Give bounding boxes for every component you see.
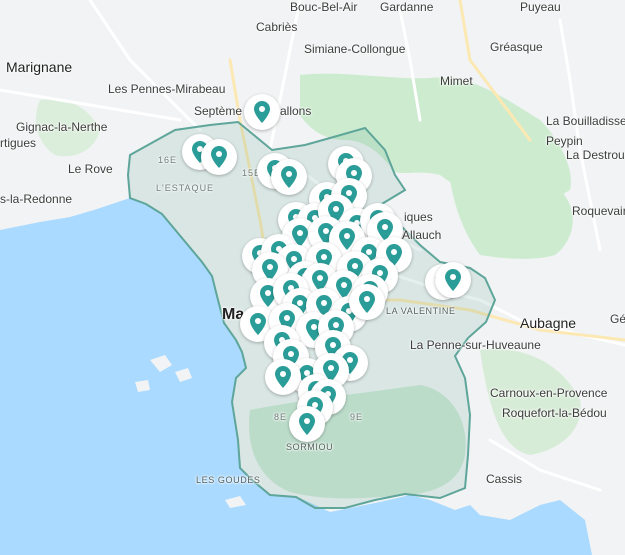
location-marker[interactable] <box>435 262 471 298</box>
place-label: Gréasque <box>490 40 543 54</box>
place-label: Allauch <box>402 228 442 242</box>
place-label: Simiane-Collongue <box>304 42 406 56</box>
place-label: Aubagne <box>520 315 577 331</box>
place-label: Cabriès <box>256 20 298 34</box>
district-label: SORMIOU <box>286 442 334 452</box>
map-pin-icon <box>254 101 270 123</box>
place-label: La Destrous <box>566 148 625 162</box>
map-pin-icon <box>359 291 375 313</box>
location-marker[interactable] <box>265 359 301 395</box>
map-pin-icon <box>275 366 291 388</box>
district-label: L'ESTAQUE <box>156 183 215 193</box>
location-marker[interactable] <box>289 406 325 442</box>
place-label: Marignane <box>6 59 73 75</box>
place-label: Le Rove <box>68 162 113 176</box>
map-pin-icon <box>211 146 227 168</box>
place-label: rtigues <box>0 136 37 150</box>
map-pin-icon <box>281 166 297 188</box>
location-marker[interactable] <box>349 284 385 320</box>
place-label: Les Pennes-Mirabeau <box>108 82 226 96</box>
place-label: Peypin <box>546 134 583 148</box>
place-label: s-la-Redonne <box>0 192 73 206</box>
place-label: Roquefort-la-Bédou <box>502 406 607 420</box>
map-view[interactable]: Bouc-Bel-Air Gardanne Puyeau Cabriès Sim… <box>0 0 625 555</box>
map-pin-icon <box>299 413 315 435</box>
place-label: Mimet <box>440 74 473 88</box>
place-label: Gé <box>610 312 625 326</box>
location-marker[interactable] <box>271 159 307 195</box>
place-label: Gignac-la-Nerthe <box>16 120 108 134</box>
location-marker[interactable] <box>244 94 280 130</box>
place-label: La Bouilladisse <box>546 114 625 128</box>
district-label: 16E <box>158 155 178 165</box>
place-label: Cassis <box>486 472 523 486</box>
location-marker[interactable] <box>201 139 237 175</box>
place-label: Carnoux-en-Provence <box>490 386 608 400</box>
place-label: iques <box>404 210 433 224</box>
place-label: Puyeau <box>520 0 561 14</box>
map-pin-icon <box>250 313 266 335</box>
district-label: LES GOUDES <box>196 475 261 485</box>
district-label: 9E <box>350 412 364 422</box>
district-label: LA VALENTINE <box>386 306 456 316</box>
map-pin-icon <box>445 269 461 291</box>
place-label: Septème <box>194 104 243 118</box>
place-label: Bouc-Bel-Air <box>290 0 358 14</box>
place-label: Roquevair <box>572 204 625 218</box>
place-label: allons <box>280 104 312 118</box>
district-label: 8E <box>274 412 288 422</box>
place-label: Gardanne <box>380 0 434 14</box>
place-label: La Penne-sur-Huveaune <box>410 338 541 352</box>
